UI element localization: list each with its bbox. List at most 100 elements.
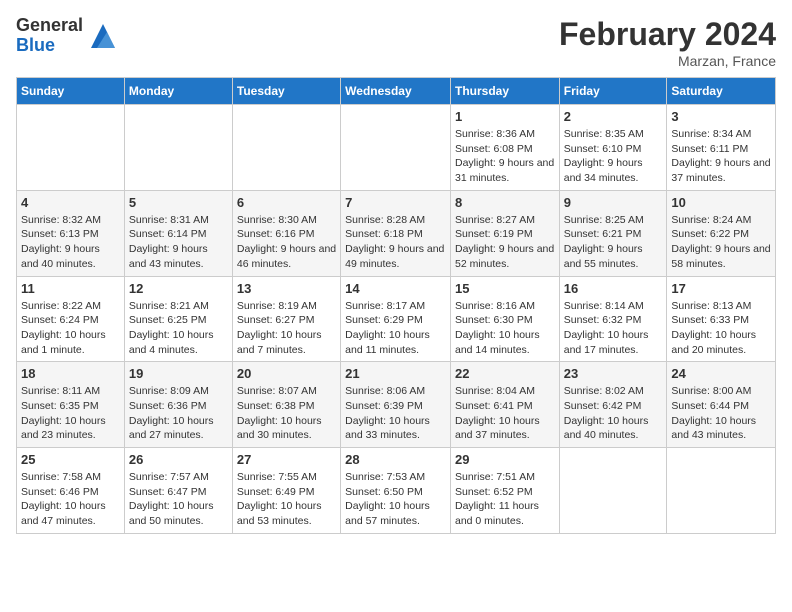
- calendar-cell: 9 Sunrise: 8:25 AM Sunset: 6:21 PM Daylig…: [559, 190, 667, 276]
- calendar-cell: 10 Sunrise: 8:24 AM Sunset: 6:22 PM Dayli…: [667, 190, 776, 276]
- day-info: Sunrise: 7:57 AM Sunset: 6:47 PM Dayligh…: [129, 470, 228, 529]
- day-number: 2: [564, 109, 663, 124]
- calendar-cell: 11 Sunrise: 8:22 AM Sunset: 6:24 PM Dayli…: [17, 276, 125, 362]
- day-header-thursday: Thursday: [450, 78, 559, 105]
- day-info: Sunrise: 8:21 AM Sunset: 6:25 PM Dayligh…: [129, 299, 228, 358]
- day-number: 7: [345, 195, 446, 210]
- day-info: Sunrise: 8:27 AM Sunset: 6:19 PM Dayligh…: [455, 213, 555, 272]
- calendar-cell: 7 Sunrise: 8:28 AM Sunset: 6:18 PM Daylig…: [341, 190, 451, 276]
- day-info: Sunrise: 8:11 AM Sunset: 6:35 PM Dayligh…: [21, 384, 120, 443]
- calendar-cell: 14Sunrise: 8:17 AM Sunset: 6:29 PM Dayli…: [341, 276, 451, 362]
- day-info: Sunrise: 8:14 AM Sunset: 6:32 PM Dayligh…: [564, 299, 663, 358]
- calendar-cell: 16 Sunrise: 8:14 AM Sunset: 6:32 PM Dayli…: [559, 276, 667, 362]
- day-info: Sunrise: 7:51 AM Sunset: 6:52 PM Dayligh…: [455, 470, 555, 529]
- calendar-week-row: 4 Sunrise: 8:32 AM Sunset: 6:13 PM Daylig…: [17, 190, 776, 276]
- day-number: 17: [671, 281, 771, 296]
- day-info: Sunrise: 8:25 AM Sunset: 6:21 PM Dayligh…: [564, 213, 663, 272]
- calendar-cell: 24Sunrise: 8:00 AM Sunset: 6:44 PM Dayli…: [667, 362, 776, 448]
- month-title: February 2024: [559, 16, 776, 53]
- day-number: 18: [21, 366, 120, 381]
- calendar-cell: 15 Sunrise: 8:16 AM Sunset: 6:30 PM Dayli…: [450, 276, 559, 362]
- calendar-week-row: 1 Sunrise: 8:36 AM Sunset: 6:08 PM Daylig…: [17, 105, 776, 191]
- day-number: 21: [345, 366, 446, 381]
- calendar-cell: [124, 105, 232, 191]
- calendar-cell: 4 Sunrise: 8:32 AM Sunset: 6:13 PM Daylig…: [17, 190, 125, 276]
- calendar-table: SundayMondayTuesdayWednesdayThursdayFrid…: [16, 77, 776, 534]
- logo-icon: [87, 20, 119, 52]
- calendar-week-row: 25Sunrise: 7:58 AM Sunset: 6:46 PM Dayli…: [17, 448, 776, 534]
- calendar-cell: [559, 448, 667, 534]
- day-number: 16: [564, 281, 663, 296]
- calendar-cell: 23 Sunrise: 8:02 AM Sunset: 6:42 PM Dayli…: [559, 362, 667, 448]
- day-info: Sunrise: 8:09 AM Sunset: 6:36 PM Dayligh…: [129, 384, 228, 443]
- calendar-cell: [232, 105, 340, 191]
- calendar-cell: 21Sunrise: 8:06 AM Sunset: 6:39 PM Dayli…: [341, 362, 451, 448]
- calendar-cell: 28 Sunrise: 7:53 AM Sunset: 6:50 PM Dayli…: [341, 448, 451, 534]
- calendar-cell: 8Sunrise: 8:27 AM Sunset: 6:19 PM Daylig…: [450, 190, 559, 276]
- day-number: 5: [129, 195, 228, 210]
- day-info: Sunrise: 8:16 AM Sunset: 6:30 PM Dayligh…: [455, 299, 555, 358]
- calendar-header-row: SundayMondayTuesdayWednesdayThursdayFrid…: [17, 78, 776, 105]
- day-number: 9: [564, 195, 663, 210]
- day-info: Sunrise: 8:36 AM Sunset: 6:08 PM Dayligh…: [455, 127, 555, 186]
- location-subtitle: Marzan, France: [559, 53, 776, 69]
- calendar-cell: 19 Sunrise: 8:09 AM Sunset: 6:36 PM Dayli…: [124, 362, 232, 448]
- day-number: 11: [21, 281, 120, 296]
- day-number: 25: [21, 452, 120, 467]
- day-header-monday: Monday: [124, 78, 232, 105]
- calendar-cell: 29 Sunrise: 7:51 AM Sunset: 6:52 PM Dayli…: [450, 448, 559, 534]
- day-number: 4: [21, 195, 120, 210]
- day-number: 3: [671, 109, 771, 124]
- day-info: Sunrise: 7:55 AM Sunset: 6:49 PM Dayligh…: [237, 470, 336, 529]
- day-number: 10: [671, 195, 771, 210]
- day-info: Sunrise: 8:17 AM Sunset: 6:29 PM Dayligh…: [345, 299, 446, 358]
- day-info: Sunrise: 8:32 AM Sunset: 6:13 PM Dayligh…: [21, 213, 120, 272]
- day-number: 13: [237, 281, 336, 296]
- day-info: Sunrise: 8:07 AM Sunset: 6:38 PM Dayligh…: [237, 384, 336, 443]
- calendar-cell: 18 Sunrise: 8:11 AM Sunset: 6:35 PM Dayli…: [17, 362, 125, 448]
- day-info: Sunrise: 8:35 AM Sunset: 6:10 PM Dayligh…: [564, 127, 663, 186]
- day-number: 12: [129, 281, 228, 296]
- calendar-cell: 12 Sunrise: 8:21 AM Sunset: 6:25 PM Dayli…: [124, 276, 232, 362]
- calendar-week-row: 11 Sunrise: 8:22 AM Sunset: 6:24 PM Dayli…: [17, 276, 776, 362]
- day-info: Sunrise: 8:28 AM Sunset: 6:18 PM Dayligh…: [345, 213, 446, 272]
- day-number: 22: [455, 366, 555, 381]
- day-info: Sunrise: 8:22 AM Sunset: 6:24 PM Dayligh…: [21, 299, 120, 358]
- day-header-sunday: Sunday: [17, 78, 125, 105]
- day-number: 20: [237, 366, 336, 381]
- day-header-saturday: Saturday: [667, 78, 776, 105]
- title-section: February 2024 Marzan, France: [559, 16, 776, 69]
- day-info: Sunrise: 8:30 AM Sunset: 6:16 PM Dayligh…: [237, 213, 336, 272]
- calendar-cell: 20 Sunrise: 8:07 AM Sunset: 6:38 PM Dayli…: [232, 362, 340, 448]
- calendar-cell: [667, 448, 776, 534]
- page-header: General Blue February 2024 Marzan, Franc…: [16, 16, 776, 69]
- day-info: Sunrise: 8:02 AM Sunset: 6:42 PM Dayligh…: [564, 384, 663, 443]
- calendar-cell: 2 Sunrise: 8:35 AM Sunset: 6:10 PM Daylig…: [559, 105, 667, 191]
- day-info: Sunrise: 8:19 AM Sunset: 6:27 PM Dayligh…: [237, 299, 336, 358]
- calendar-cell: 17Sunrise: 8:13 AM Sunset: 6:33 PM Dayli…: [667, 276, 776, 362]
- logo-general: General: [16, 16, 83, 36]
- day-header-tuesday: Tuesday: [232, 78, 340, 105]
- logo-blue: Blue: [16, 36, 83, 56]
- calendar-cell: 13 Sunrise: 8:19 AM Sunset: 6:27 PM Dayli…: [232, 276, 340, 362]
- day-number: 15: [455, 281, 555, 296]
- day-header-wednesday: Wednesday: [341, 78, 451, 105]
- calendar-week-row: 18 Sunrise: 8:11 AM Sunset: 6:35 PM Dayli…: [17, 362, 776, 448]
- day-info: Sunrise: 8:31 AM Sunset: 6:14 PM Dayligh…: [129, 213, 228, 272]
- day-number: 6: [237, 195, 336, 210]
- day-info: Sunrise: 8:34 AM Sunset: 6:11 PM Dayligh…: [671, 127, 771, 186]
- day-number: 1: [455, 109, 555, 124]
- day-info: Sunrise: 8:24 AM Sunset: 6:22 PM Dayligh…: [671, 213, 771, 272]
- calendar-cell: 1 Sunrise: 8:36 AM Sunset: 6:08 PM Daylig…: [450, 105, 559, 191]
- day-number: 28: [345, 452, 446, 467]
- calendar-cell: 3 Sunrise: 8:34 AM Sunset: 6:11 PM Daylig…: [667, 105, 776, 191]
- calendar-cell: 25Sunrise: 7:58 AM Sunset: 6:46 PM Dayli…: [17, 448, 125, 534]
- day-number: 26: [129, 452, 228, 467]
- day-info: Sunrise: 7:53 AM Sunset: 6:50 PM Dayligh…: [345, 470, 446, 529]
- day-number: 29: [455, 452, 555, 467]
- day-number: 19: [129, 366, 228, 381]
- day-number: 23: [564, 366, 663, 381]
- day-info: Sunrise: 8:04 AM Sunset: 6:41 PM Dayligh…: [455, 384, 555, 443]
- calendar-cell: 6 Sunrise: 8:30 AM Sunset: 6:16 PM Daylig…: [232, 190, 340, 276]
- calendar-cell: [341, 105, 451, 191]
